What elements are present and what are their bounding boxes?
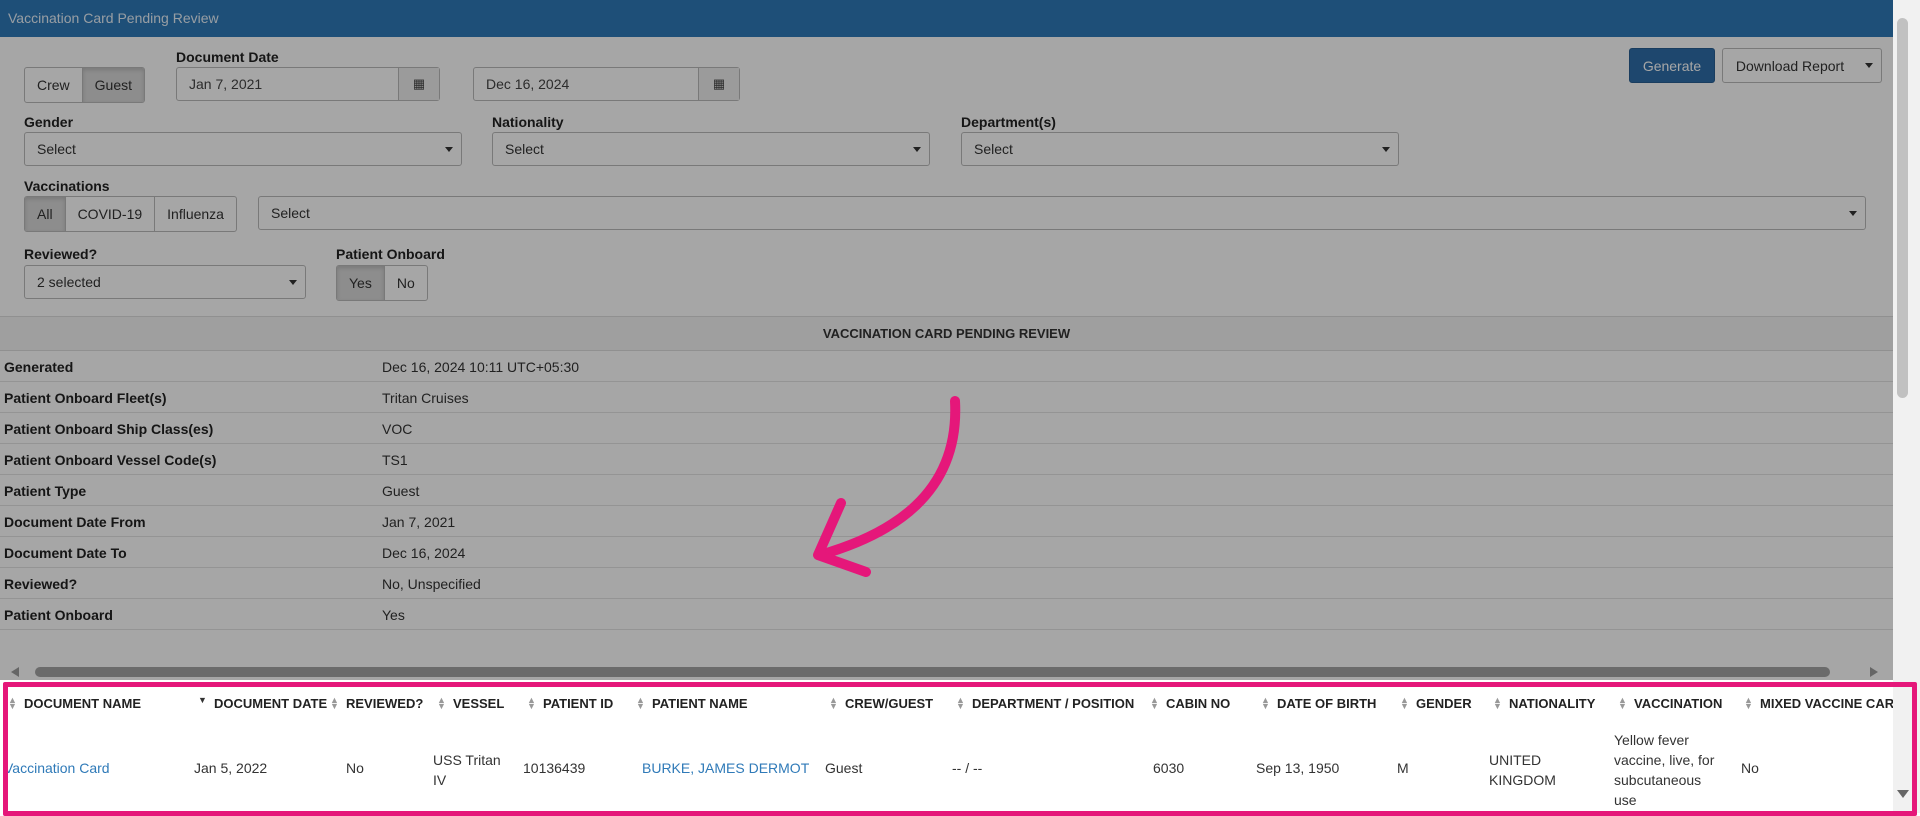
annotation-arrow-icon	[813, 396, 961, 577]
scroll-right-arrow-icon[interactable]	[1870, 667, 1878, 677]
annotation-highlight-box	[3, 682, 1917, 816]
vertical-scroll-thumb[interactable]	[1897, 18, 1908, 398]
scroll-left-arrow-icon[interactable]	[11, 667, 19, 677]
horizontal-scroll-thumb[interactable]	[35, 667, 1830, 677]
horizontal-scrollbar[interactable]	[0, 664, 1893, 680]
